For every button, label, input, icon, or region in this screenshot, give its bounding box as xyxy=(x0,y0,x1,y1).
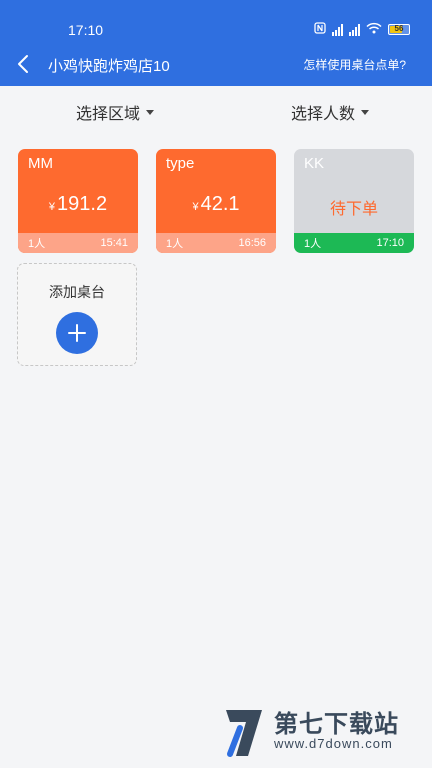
table-card-mm[interactable]: MM ¥191.2 1人 15:41 xyxy=(18,149,138,253)
table-time: 17:10 xyxy=(376,237,404,249)
plus-icon xyxy=(68,324,86,342)
battery-level: 56 xyxy=(394,24,404,33)
area-filter-label: 选择区域 xyxy=(76,106,141,123)
caret-down-icon xyxy=(361,109,370,115)
back-button[interactable] xyxy=(8,48,38,80)
watermark-logo-icon xyxy=(226,710,262,757)
nav-bar: 小鸡快跑炸鸡店10 怎样使用桌台点单? xyxy=(0,42,432,86)
watermark: 第七下载站 www.d7down.com xyxy=(222,702,422,762)
table-name: KK xyxy=(304,155,325,172)
table-people: 1人 xyxy=(28,238,46,250)
signal-2-icon xyxy=(349,23,360,36)
add-table-button[interactable] xyxy=(56,312,98,354)
status-bar: 17:10 56 xyxy=(0,0,432,42)
page-title: 小鸡快跑炸鸡店10 xyxy=(48,58,170,75)
table-amount: ¥191.2 xyxy=(48,193,108,215)
table-status: 待下单 xyxy=(329,201,378,218)
table-card-kk[interactable]: KK 待下单 1人 17:10 xyxy=(294,149,414,253)
chevron-left-icon xyxy=(18,55,28,73)
table-card-type[interactable]: type ¥42.1 1人 16:56 xyxy=(156,149,276,253)
battery-icon: 56 xyxy=(388,24,410,35)
nfc-icon xyxy=(314,22,326,37)
add-table-label: 添加桌台 xyxy=(49,284,105,300)
main-content: 选择区域 选择人数 MM ¥191.2 1人 15:41 type ¥42.1 … xyxy=(0,86,432,768)
table-time: 16:56 xyxy=(238,237,266,249)
table-name: MM xyxy=(28,155,53,172)
people-filter-label: 选择人数 xyxy=(291,106,356,123)
help-link[interactable]: 怎样使用桌台点单? xyxy=(303,56,406,73)
table-amount: ¥42.1 xyxy=(192,193,240,215)
add-table-card[interactable]: 添加桌台 xyxy=(17,263,137,366)
watermark-url: www.d7down.com xyxy=(274,736,393,751)
watermark-text: 第七下载站 xyxy=(274,711,399,738)
wifi-icon xyxy=(366,22,382,37)
table-people: 1人 xyxy=(166,238,184,250)
signal-icon xyxy=(332,23,343,36)
table-time: 15:41 xyxy=(100,237,128,249)
table-name: type xyxy=(166,155,195,172)
people-filter[interactable]: 选择人数 xyxy=(291,100,370,124)
caret-down-icon xyxy=(146,109,155,115)
table-footer: 1人 16:56 xyxy=(156,233,276,253)
status-time: 17:10 xyxy=(68,22,104,38)
area-filter[interactable]: 选择区域 xyxy=(76,100,155,124)
table-footer: 1人 17:10 xyxy=(294,233,414,253)
status-icons: 56 xyxy=(314,22,410,37)
filter-bar: 选择区域 选择人数 xyxy=(0,86,432,136)
table-footer: 1人 15:41 xyxy=(18,233,138,253)
table-people: 1人 xyxy=(304,238,322,250)
